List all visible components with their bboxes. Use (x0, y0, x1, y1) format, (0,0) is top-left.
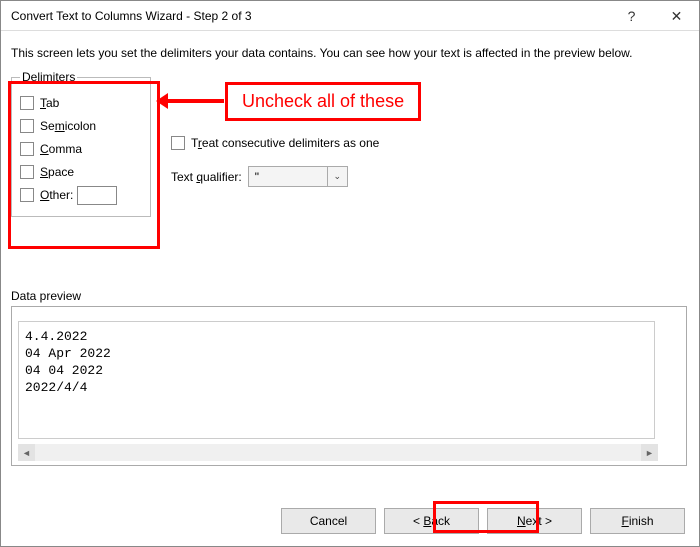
space-checkbox[interactable] (20, 165, 34, 179)
chevron-down-icon: ⌄ (327, 167, 347, 186)
close-icon: ✕ (671, 1, 683, 31)
cancel-button[interactable]: Cancel (281, 508, 376, 534)
treat-consecutive-row: Treat consecutive delimiters as one (171, 136, 379, 150)
finish-button[interactable]: Finish (590, 508, 685, 534)
intro-text: This screen lets you set the delimiters … (11, 46, 689, 60)
tab-checkbox[interactable] (20, 96, 34, 110)
treat-consecutive-checkbox[interactable] (171, 136, 185, 150)
semicolon-label: Semicolon (40, 119, 96, 133)
delimiters-group: Delimiters Tab Semicolon Comma Space Oth… (11, 70, 151, 217)
help-icon: ? (628, 1, 636, 31)
other-delim-input[interactable] (77, 186, 117, 205)
other-label: Other: (40, 188, 73, 202)
delim-tab-row: Tab (20, 93, 142, 113)
delim-space-row: Space (20, 162, 142, 182)
close-button[interactable]: ✕ (654, 1, 699, 31)
annotation-uncheck-text: Uncheck all of these (225, 82, 421, 121)
scroll-right-icon: ► (645, 448, 654, 458)
text-qualifier-row: Text qualifier: " ⌄ (171, 166, 379, 187)
tab-label: Tab (40, 96, 59, 110)
preview-line: 04 Apr 2022 (25, 346, 111, 361)
space-label: Space (40, 165, 74, 179)
wizard-dialog: Convert Text to Columns Wizard - Step 2 … (0, 0, 700, 547)
titlebar: Convert Text to Columns Wizard - Step 2 … (1, 1, 699, 31)
treat-consecutive-label: Treat consecutive delimiters as one (191, 136, 379, 150)
data-preview-area: Data preview 4.4.2022 04 Apr 2022 04 04 … (11, 289, 687, 466)
preview-line: 04 04 2022 (25, 363, 103, 378)
scroll-left-button[interactable]: ◄ (18, 444, 35, 461)
delim-comma-row: Comma (20, 139, 142, 159)
data-preview-content: 4.4.2022 04 Apr 2022 04 04 2022 2022/4/4 (18, 321, 655, 439)
help-button[interactable]: ? (609, 1, 654, 31)
text-qualifier-select[interactable]: " ⌄ (248, 166, 348, 187)
text-qualifier-value: " (255, 170, 259, 184)
data-preview-label: Data preview (11, 289, 687, 303)
preview-line: 2022/4/4 (25, 380, 87, 395)
next-button[interactable]: Next > (487, 508, 582, 534)
horizontal-scrollbar[interactable]: ◄ ► (18, 444, 658, 461)
finish-label: Finish (621, 514, 653, 528)
annotation-arrow-icon (164, 99, 224, 103)
comma-label: Comma (40, 142, 82, 156)
delimiters-legend: Delimiters (20, 70, 77, 84)
semicolon-checkbox[interactable] (20, 119, 34, 133)
text-qualifier-label: Text qualifier: (171, 170, 242, 184)
back-label: < Back (413, 514, 450, 528)
cancel-label: Cancel (310, 514, 347, 528)
other-checkbox[interactable] (20, 188, 34, 202)
delim-other-row: Other: (20, 185, 142, 205)
next-label: Next > (517, 514, 552, 528)
back-button[interactable]: < Back (384, 508, 479, 534)
scroll-left-icon: ◄ (22, 448, 31, 458)
comma-checkbox[interactable] (20, 142, 34, 156)
window-title: Convert Text to Columns Wizard - Step 2 … (11, 1, 609, 31)
delim-semicolon-row: Semicolon (20, 116, 142, 136)
data-preview-box: 4.4.2022 04 Apr 2022 04 04 2022 2022/4/4… (11, 306, 687, 466)
button-row: Cancel < Back Next > Finish (281, 508, 685, 534)
scroll-right-button[interactable]: ► (641, 444, 658, 461)
preview-line: 4.4.2022 (25, 329, 87, 344)
